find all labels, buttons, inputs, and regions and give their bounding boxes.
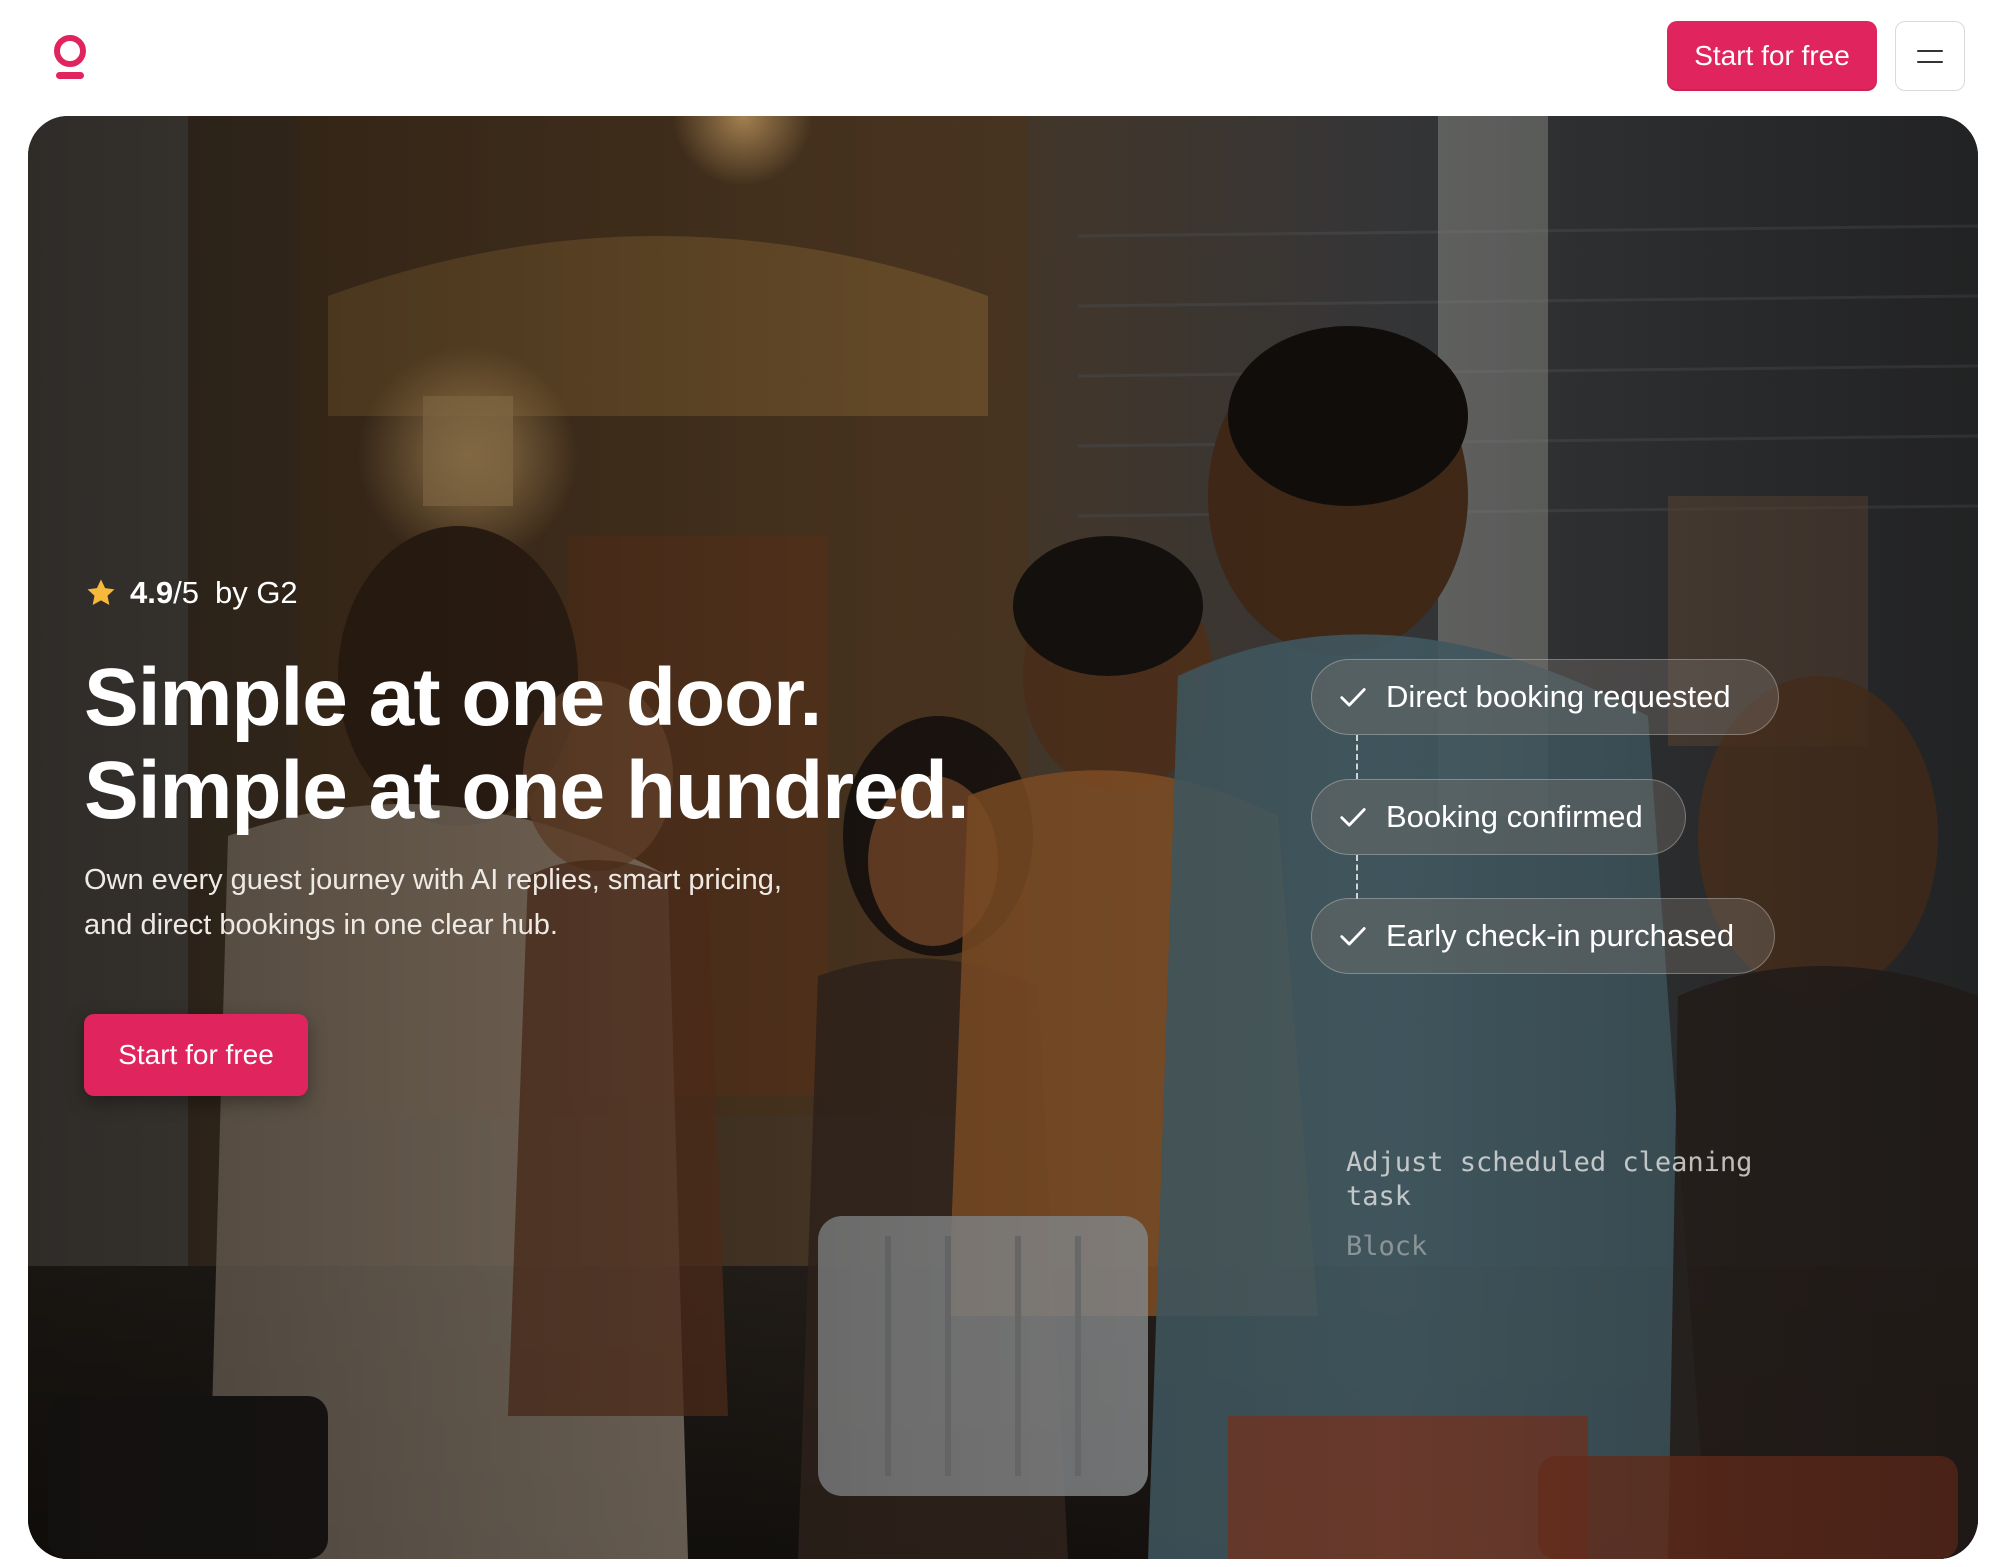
- hero-subcopy: Own every guest journey with AI replies,…: [84, 864, 782, 941]
- g2-rating: 4.9/5 by G2: [84, 571, 298, 615]
- rating-scale: /5: [173, 575, 199, 610]
- activity-chip-booking-confirmed: Booking confirmed: [1311, 779, 1686, 855]
- activity-connector: [1356, 735, 1358, 779]
- hero-headline: Simple at one door. Simple at one hundre…: [84, 651, 1084, 837]
- rating-value: 4.9/5: [130, 575, 199, 611]
- hero-start-for-free-button[interactable]: Start for free: [84, 1014, 308, 1096]
- activity-connector: [1356, 855, 1358, 899]
- star-icon: [87, 579, 115, 606]
- check-icon: [1340, 927, 1366, 946]
- header-start-for-free-button[interactable]: Start for free: [1667, 21, 1877, 91]
- automation-task: Adjust scheduled cleaning task: [1346, 1147, 1753, 1212]
- check-icon: [1340, 688, 1366, 707]
- hamburger-menu-icon-bar: [1917, 60, 1943, 63]
- location-pin-logo-icon: [54, 35, 86, 79]
- rating-score: 4.9: [130, 575, 174, 610]
- activity-label: Direct booking requested: [1386, 679, 1731, 714]
- rating-source: by G2: [214, 575, 298, 610]
- automation-tag: Block: [1346, 1231, 1428, 1262]
- landing-page: Start for free 4.9/5 by G2 Simple at one…: [0, 0, 2000, 1567]
- activity-label: Early check-in purchased: [1386, 918, 1735, 953]
- automation-preview: Adjust scheduled cleaning task Block: [1346, 1146, 1806, 1264]
- headline-line-1: Simple at one door.: [84, 652, 822, 743]
- headline-line-2: Simple at one hundred.: [84, 745, 970, 836]
- top-navigation: Start for free: [0, 0, 2000, 116]
- check-icon: [1340, 808, 1366, 827]
- brand-logo[interactable]: [50, 34, 90, 82]
- activity-label: Booking confirmed: [1386, 799, 1643, 834]
- menu-button[interactable]: [1895, 21, 1965, 91]
- hero-overlay: [28, 116, 1978, 1559]
- hero-section: 4.9/5 by G2 Simple at one door. Simple a…: [28, 116, 1978, 1559]
- hamburger-menu-icon: [1917, 49, 1943, 52]
- activity-chip-direct-booking: Direct booking requested: [1311, 659, 1779, 735]
- activity-chip-early-check-in: Early check-in purchased: [1311, 898, 1775, 974]
